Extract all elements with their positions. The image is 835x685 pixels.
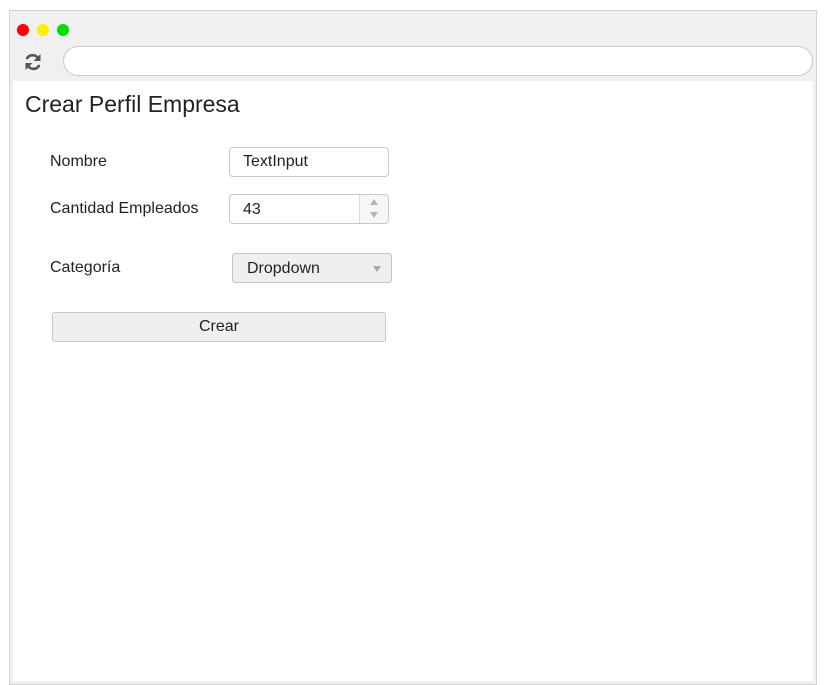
maximize-window-button[interactable] xyxy=(57,24,69,36)
close-window-button[interactable] xyxy=(17,24,29,36)
cantidad-empleados-input[interactable]: 43 xyxy=(229,194,389,224)
page-title: Crear Perfil Empresa xyxy=(25,91,240,117)
url-bar[interactable] xyxy=(63,46,813,76)
minimize-window-button[interactable] xyxy=(37,24,49,36)
crear-button[interactable]: Crear xyxy=(52,312,386,342)
increment-arrow-icon[interactable] xyxy=(360,195,388,209)
browser-window: Crear Perfil Empresa Nombre Cantidad Emp… xyxy=(9,10,817,685)
nombre-label: Nombre xyxy=(50,153,107,170)
categoria-label: Categoría xyxy=(50,259,121,276)
chevron-down-icon xyxy=(373,266,381,272)
cantidad-empleados-label: Cantidad Empleados xyxy=(50,200,199,217)
nombre-input[interactable] xyxy=(229,147,389,177)
reload-icon[interactable] xyxy=(23,51,43,73)
categoria-selected-value: Dropdown xyxy=(247,260,320,277)
number-spinner xyxy=(359,195,388,223)
categoria-dropdown[interactable]: Dropdown xyxy=(232,253,392,283)
decrement-arrow-icon[interactable] xyxy=(360,209,388,223)
cantidad-empleados-value: 43 xyxy=(243,201,261,218)
page-content: Crear Perfil Empresa Nombre Cantidad Emp… xyxy=(13,81,813,681)
